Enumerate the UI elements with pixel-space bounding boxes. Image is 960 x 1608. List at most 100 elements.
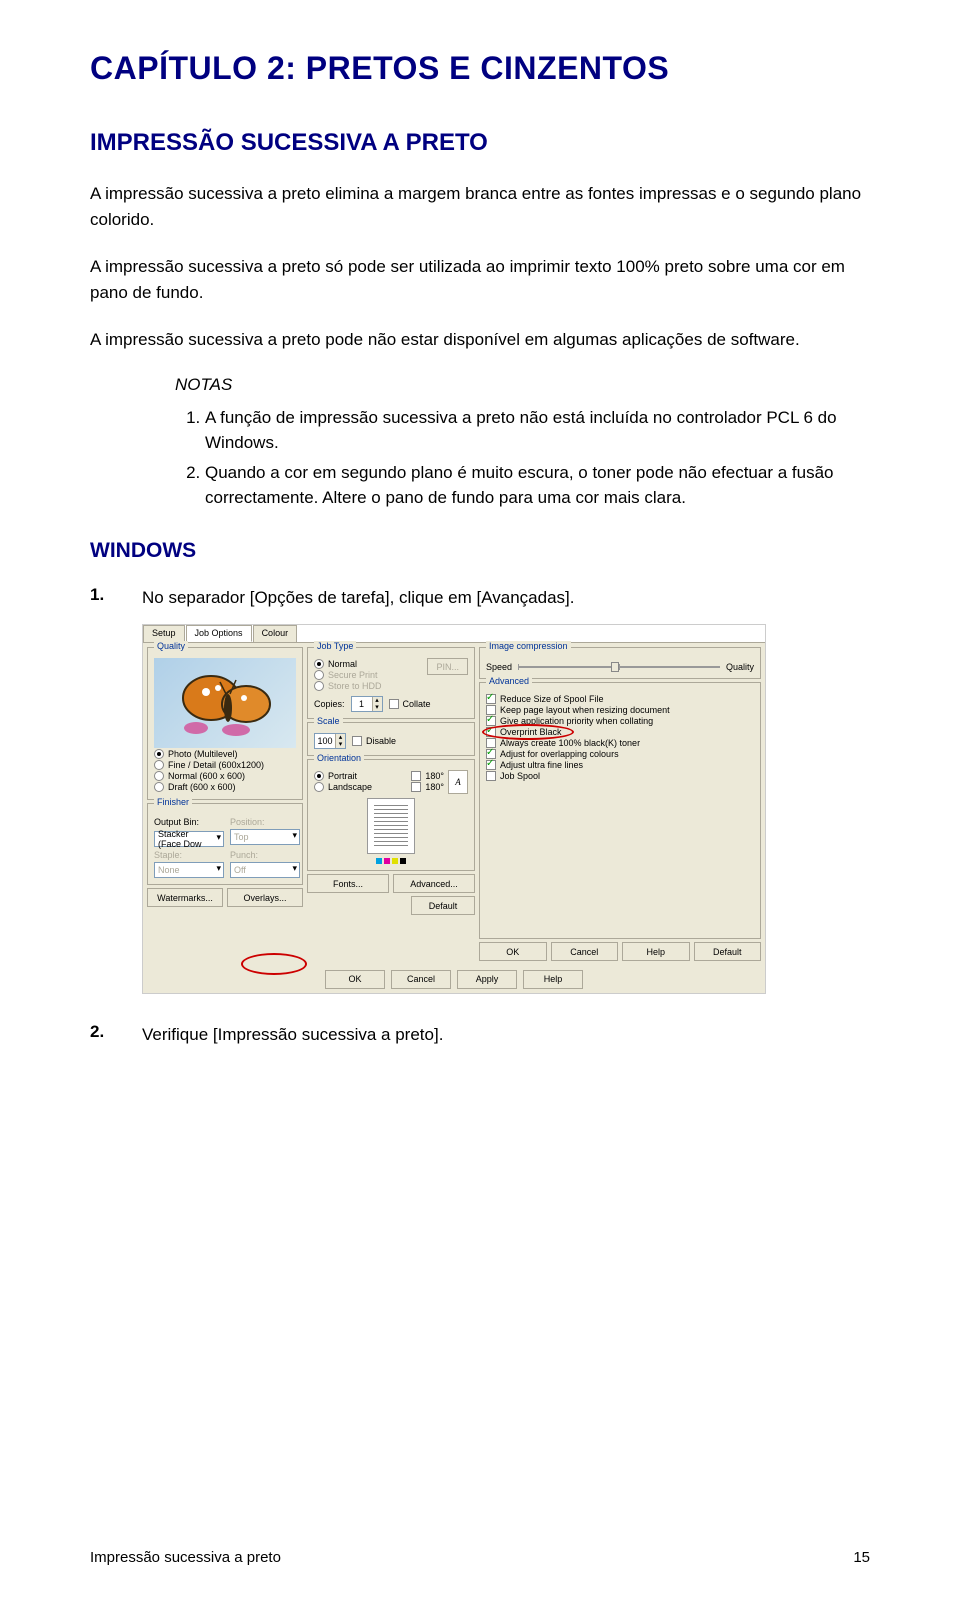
copies-label: Copies: (314, 699, 345, 709)
radio-portrait-label: Portrait (328, 771, 357, 781)
spinner-buttons[interactable]: ▴▾ (372, 697, 382, 711)
scale-disable-checkbox[interactable]: Disable (352, 736, 396, 746)
footer-left: Impressão sucessiva a preto (90, 1549, 281, 1566)
radio-fine-label: Fine / Detail (600x1200) (168, 760, 264, 770)
scale-spinner[interactable]: ▴▾ (314, 733, 346, 749)
chk-adjust-overlap-label: Adjust for overlapping colours (500, 749, 619, 759)
step-1: 1. No separador [Opções de tarefa], cliq… (90, 585, 870, 611)
chk-job-spool[interactable]: Job Spool (486, 771, 754, 781)
sub-section-title: WINDOWS (90, 539, 870, 563)
butterfly-icon (166, 668, 286, 738)
adv-ok-button[interactable]: OK (479, 942, 547, 961)
radio-normal[interactable]: Normal (600 x 600) (154, 771, 296, 781)
paragraph-3: A impressão sucessiva a preto pode não e… (90, 327, 870, 353)
radio-draft[interactable]: Draft (600 x 600) (154, 782, 296, 792)
group-scale: Scale ▴▾ Disable (307, 722, 475, 756)
chk-reduce-spool[interactable]: Reduce Size of Spool File (486, 694, 754, 704)
chk-job-spool-label: Job Spool (500, 771, 540, 781)
copies-input[interactable] (352, 699, 372, 709)
portrait-180-label: 180° (425, 771, 444, 781)
apply-button[interactable]: Apply (457, 970, 517, 989)
radio-fine[interactable]: Fine / Detail (600x1200) (154, 760, 296, 770)
group-advanced: Advanced Reduce Size of Spool File Keep … (479, 682, 761, 939)
orientation-colors (314, 858, 468, 864)
landscape-180-label: 180° (425, 782, 444, 792)
radio-draft-label: Draft (600 x 600) (168, 782, 236, 792)
radio-jobtype-normal-label: Normal (328, 659, 357, 669)
radio-jobtype-store: Store to HDD (314, 681, 421, 691)
group-finisher-title: Finisher (154, 797, 192, 807)
fonts-button[interactable]: Fonts... (307, 874, 389, 893)
chk-overprint-black[interactable]: Overprint Black (486, 727, 754, 737)
radio-landscape-label: Landscape (328, 782, 372, 792)
radio-normal-label: Normal (600 x 600) (168, 771, 245, 781)
step-1-number: 1. (90, 585, 142, 605)
notes-label: NOTAS (175, 375, 870, 395)
chk-keep-layout[interactable]: Keep page layout when resizing document (486, 705, 754, 715)
tab-strip: Setup Job Options Colour (143, 625, 765, 643)
advanced-button[interactable]: Advanced... (393, 874, 475, 893)
collate-label: Collate (403, 699, 431, 709)
compression-slider[interactable] (518, 666, 720, 668)
adv-cancel-button[interactable]: Cancel (551, 942, 619, 961)
punch-select: Off (230, 862, 300, 878)
group-scale-title: Scale (314, 716, 343, 726)
tab-colour[interactable]: Colour (253, 625, 298, 642)
dialog-bottom-buttons: OK Cancel Apply Help (143, 965, 765, 993)
watermarks-button[interactable]: Watermarks... (147, 888, 223, 907)
notes-block: NOTAS A função de impressão sucessiva a … (175, 375, 870, 511)
compression-quality-label: Quality (726, 662, 754, 672)
group-orientation-title: Orientation (314, 753, 364, 763)
staple-select: None (154, 862, 224, 878)
group-advanced-title: Advanced (486, 676, 532, 686)
radio-landscape[interactable]: Landscape (314, 782, 407, 792)
scale-input[interactable] (315, 736, 335, 746)
group-quality: Quality (147, 647, 303, 800)
radio-jobtype-secure: Secure Print (314, 670, 421, 680)
group-compression: Image compression Speed Quality (479, 647, 761, 679)
scale-spinner-buttons[interactable]: ▴▾ (335, 734, 345, 748)
ok-button[interactable]: OK (325, 970, 385, 989)
group-quality-title: Quality (154, 641, 188, 651)
step-2-number: 2. (90, 1022, 142, 1042)
copies-spinner[interactable]: ▴▾ (351, 696, 383, 712)
chk-ultra-fine[interactable]: Adjust ultra fine lines (486, 760, 754, 770)
help-button[interactable]: Help (523, 970, 583, 989)
adv-default-button[interactable]: Default (694, 942, 762, 961)
note-2: Quando a cor em segundo plano é muito es… (205, 460, 870, 511)
collate-checkbox[interactable]: Collate (389, 699, 431, 709)
radio-jobtype-normal[interactable]: Normal (314, 659, 421, 669)
paragraph-2: A impressão sucessiva a preto só pode se… (90, 254, 870, 305)
radio-photo[interactable]: Photo (Multilevel) (154, 749, 296, 759)
portrait-180-checkbox[interactable]: 180° (411, 771, 444, 781)
overlays-button[interactable]: Overlays... (227, 888, 303, 907)
default-button-inner[interactable]: Default (411, 896, 475, 915)
landscape-180-checkbox[interactable]: 180° (411, 782, 444, 792)
orientation-preview (367, 798, 415, 854)
cancel-button[interactable]: Cancel (391, 970, 451, 989)
page-footer: Impressão sucessiva a preto 15 (90, 1549, 870, 1566)
group-compression-title: Image compression (486, 641, 571, 651)
chk-keep-layout-label: Keep page layout when resizing document (500, 705, 670, 715)
step-2-text: Verifique [Impressão sucessiva a preto]. (142, 1022, 443, 1048)
group-orientation: Orientation Portrait Landscape 180° 180°… (307, 759, 475, 871)
chk-ultra-fine-label: Adjust ultra fine lines (500, 760, 583, 770)
tab-job-options[interactable]: Job Options (186, 625, 252, 642)
punch-label: Punch: (230, 850, 300, 860)
radio-portrait[interactable]: Portrait (314, 771, 407, 781)
dialog-screenshot: Setup Job Options Colour Quality (142, 624, 766, 994)
footer-page-number: 15 (853, 1549, 870, 1566)
radio-photo-label: Photo (Multilevel) (168, 749, 238, 759)
orientation-a-icon: A (448, 770, 468, 794)
tab-setup[interactable]: Setup (143, 625, 185, 642)
group-job-type: Job Type Normal Secure Print Store to HD… (307, 647, 475, 719)
paragraph-1: A impressão sucessiva a preto elimina a … (90, 181, 870, 232)
output-bin-select[interactable]: Stacker (Face Dow (154, 831, 224, 847)
compression-speed-label: Speed (486, 662, 512, 672)
group-job-type-title: Job Type (314, 641, 356, 651)
note-1: A função de impressão sucessiva a preto … (205, 405, 870, 456)
radio-jobtype-secure-label: Secure Print (328, 670, 378, 680)
chk-adjust-overlap[interactable]: Adjust for overlapping colours (486, 749, 754, 759)
position-label: Position: (230, 817, 300, 827)
adv-help-button[interactable]: Help (622, 942, 690, 961)
